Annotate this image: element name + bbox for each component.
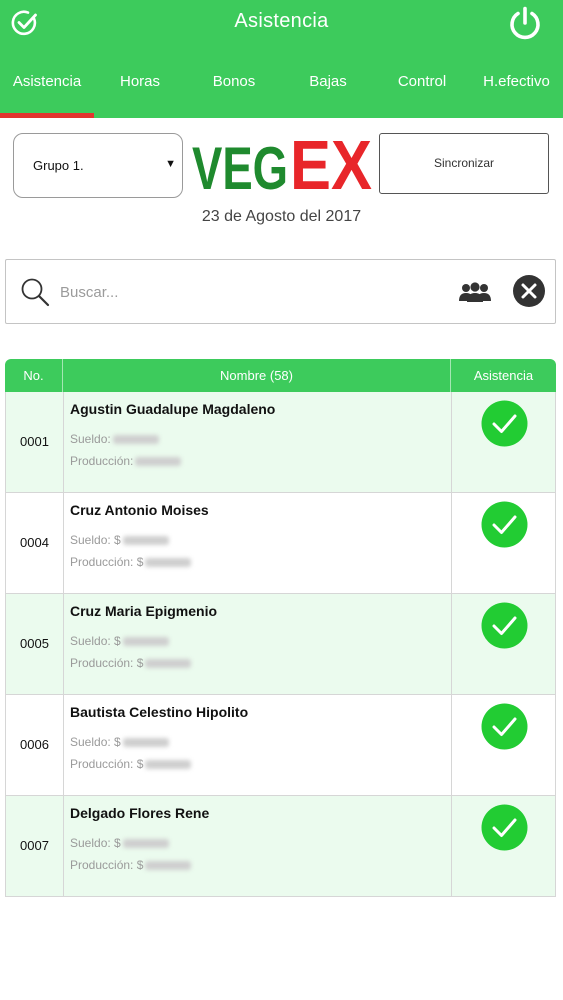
salary-line: Sueldo: xyxy=(70,432,159,446)
tab-bajas[interactable]: Bajas xyxy=(282,62,374,118)
employee-name: Delgado Flores Rene xyxy=(70,805,210,821)
attendance-cell xyxy=(452,594,557,694)
production-label: Producción: $ xyxy=(70,858,144,872)
attendance-cell xyxy=(452,796,557,896)
group-users-icon[interactable] xyxy=(458,280,492,304)
tab-bonos[interactable]: Bonos xyxy=(186,62,282,118)
table-row[interactable]: 0004 Cruz Antonio Moises Sueldo: $ Produ… xyxy=(5,493,556,594)
header-no: No. xyxy=(5,359,63,392)
salary-label: Sueldo: xyxy=(70,432,111,446)
production-label: Producción: $ xyxy=(70,555,144,569)
table-row[interactable]: 0005 Cruz Maria Epigmenio Sueldo: $ Prod… xyxy=(5,594,556,695)
blurred-value xyxy=(145,558,192,568)
blurred-value xyxy=(122,839,169,849)
attendance-cell xyxy=(452,493,557,593)
search-icon[interactable] xyxy=(20,277,50,307)
employee-number: 0006 xyxy=(6,695,64,795)
employee-number: 0007 xyxy=(6,796,64,896)
current-date: 23 de Agosto del 2017 xyxy=(201,208,362,225)
salary-label: Sueldo: $ xyxy=(70,634,121,648)
attendance-check-icon[interactable] xyxy=(481,501,528,548)
tab-asistencia[interactable]: Asistencia xyxy=(0,62,94,118)
production-label: Producción: $ xyxy=(70,656,144,670)
employee-name: Agustin Guadalupe Magdaleno xyxy=(70,401,276,417)
logo-text-ex: EX xyxy=(290,127,372,193)
salary-label: Sueldo: $ xyxy=(70,533,121,547)
employee-info: Agustin Guadalupe Magdaleno Sueldo: Prod… xyxy=(64,392,452,492)
production-line: Producción: xyxy=(70,454,182,468)
table-row[interactable]: 0007 Delgado Flores Rene Sueldo: $ Produ… xyxy=(5,796,556,897)
attendance-cell xyxy=(452,695,557,795)
employee-info: Cruz Maria Epigmenio Sueldo: $ Producció… xyxy=(64,594,452,694)
blurred-value xyxy=(145,659,192,669)
tab-bar: Asistencia Horas Bonos Bajas Control H.e… xyxy=(0,62,563,118)
attendance-cell xyxy=(452,392,557,492)
table-row[interactable]: 0001 Agustin Guadalupe Magdaleno Sueldo:… xyxy=(5,392,556,493)
employee-number: 0005 xyxy=(6,594,64,694)
employee-number: 0004 xyxy=(6,493,64,593)
table-row[interactable]: 0006 Bautista Celestino Hipolito Sueldo:… xyxy=(5,695,556,796)
employee-info: Delgado Flores Rene Sueldo: $ Producción… xyxy=(64,796,452,896)
tab-h-efectivo[interactable]: H.efectivo xyxy=(470,62,563,118)
attendance-check-icon[interactable] xyxy=(481,602,528,649)
clear-search-icon[interactable] xyxy=(512,274,546,308)
search-input[interactable] xyxy=(60,278,440,306)
header-name: Nombre (58) xyxy=(63,359,451,392)
logo-text-veg: VEG xyxy=(192,135,288,193)
production-line: Producción: $ xyxy=(70,858,192,872)
production-line: Producción: $ xyxy=(70,656,192,670)
employee-info: Bautista Celestino Hipolito Sueldo: $ Pr… xyxy=(64,695,452,795)
salary-line: Sueldo: $ xyxy=(70,634,169,648)
blurred-value xyxy=(135,457,182,467)
dropdown-arrow-icon: ▼ xyxy=(165,158,176,170)
production-label: Producción: xyxy=(70,454,134,468)
search-bar xyxy=(5,259,556,324)
salary-label: Sueldo: $ xyxy=(70,836,121,850)
blurred-value xyxy=(122,637,169,647)
attendance-check-icon[interactable] xyxy=(481,804,528,851)
employee-name: Cruz Antonio Moises xyxy=(70,502,209,518)
employee-name: Cruz Maria Epigmenio xyxy=(70,603,218,619)
blurred-value xyxy=(145,861,192,871)
blurred-value xyxy=(112,435,159,445)
salary-line: Sueldo: $ xyxy=(70,533,169,547)
salary-label: Sueldo: $ xyxy=(70,735,121,749)
employee-info: Cruz Antonio Moises Sueldo: $ Producción… xyxy=(64,493,452,593)
sync-button[interactable]: Sincronizar xyxy=(379,133,549,194)
production-label: Producción: $ xyxy=(70,757,144,771)
blurred-value xyxy=(122,738,169,748)
salary-line: Sueldo: $ xyxy=(70,735,169,749)
group-select[interactable]: Grupo 1. ▼ xyxy=(13,133,183,198)
tab-control[interactable]: Control xyxy=(374,62,470,118)
vegex-logo: VEG EX xyxy=(192,127,372,193)
employee-name: Bautista Celestino Hipolito xyxy=(70,704,249,720)
blurred-value xyxy=(122,536,169,546)
app-bar: Asistencia Asistencia Horas Bonos Bajas … xyxy=(0,0,563,118)
attendance-check-icon[interactable] xyxy=(481,400,528,447)
tab-horas[interactable]: Horas xyxy=(94,62,186,118)
page-title: Asistencia xyxy=(234,10,329,32)
production-line: Producción: $ xyxy=(70,555,192,569)
salary-line: Sueldo: $ xyxy=(70,836,169,850)
employee-number: 0001 xyxy=(6,392,64,492)
blurred-value xyxy=(145,760,192,770)
production-line: Producción: $ xyxy=(70,757,192,771)
active-tab-indicator xyxy=(0,113,94,118)
attendance-check-icon[interactable] xyxy=(481,703,528,750)
power-icon[interactable] xyxy=(506,5,544,43)
group-select-value: Grupo 1. xyxy=(33,158,84,173)
attendance-table: No. Nombre (58) Asistencia 0001 Agustin … xyxy=(5,359,556,897)
header-attendance: Asistencia xyxy=(473,368,534,383)
table-header: No. Nombre (58) Asistencia xyxy=(5,359,556,392)
